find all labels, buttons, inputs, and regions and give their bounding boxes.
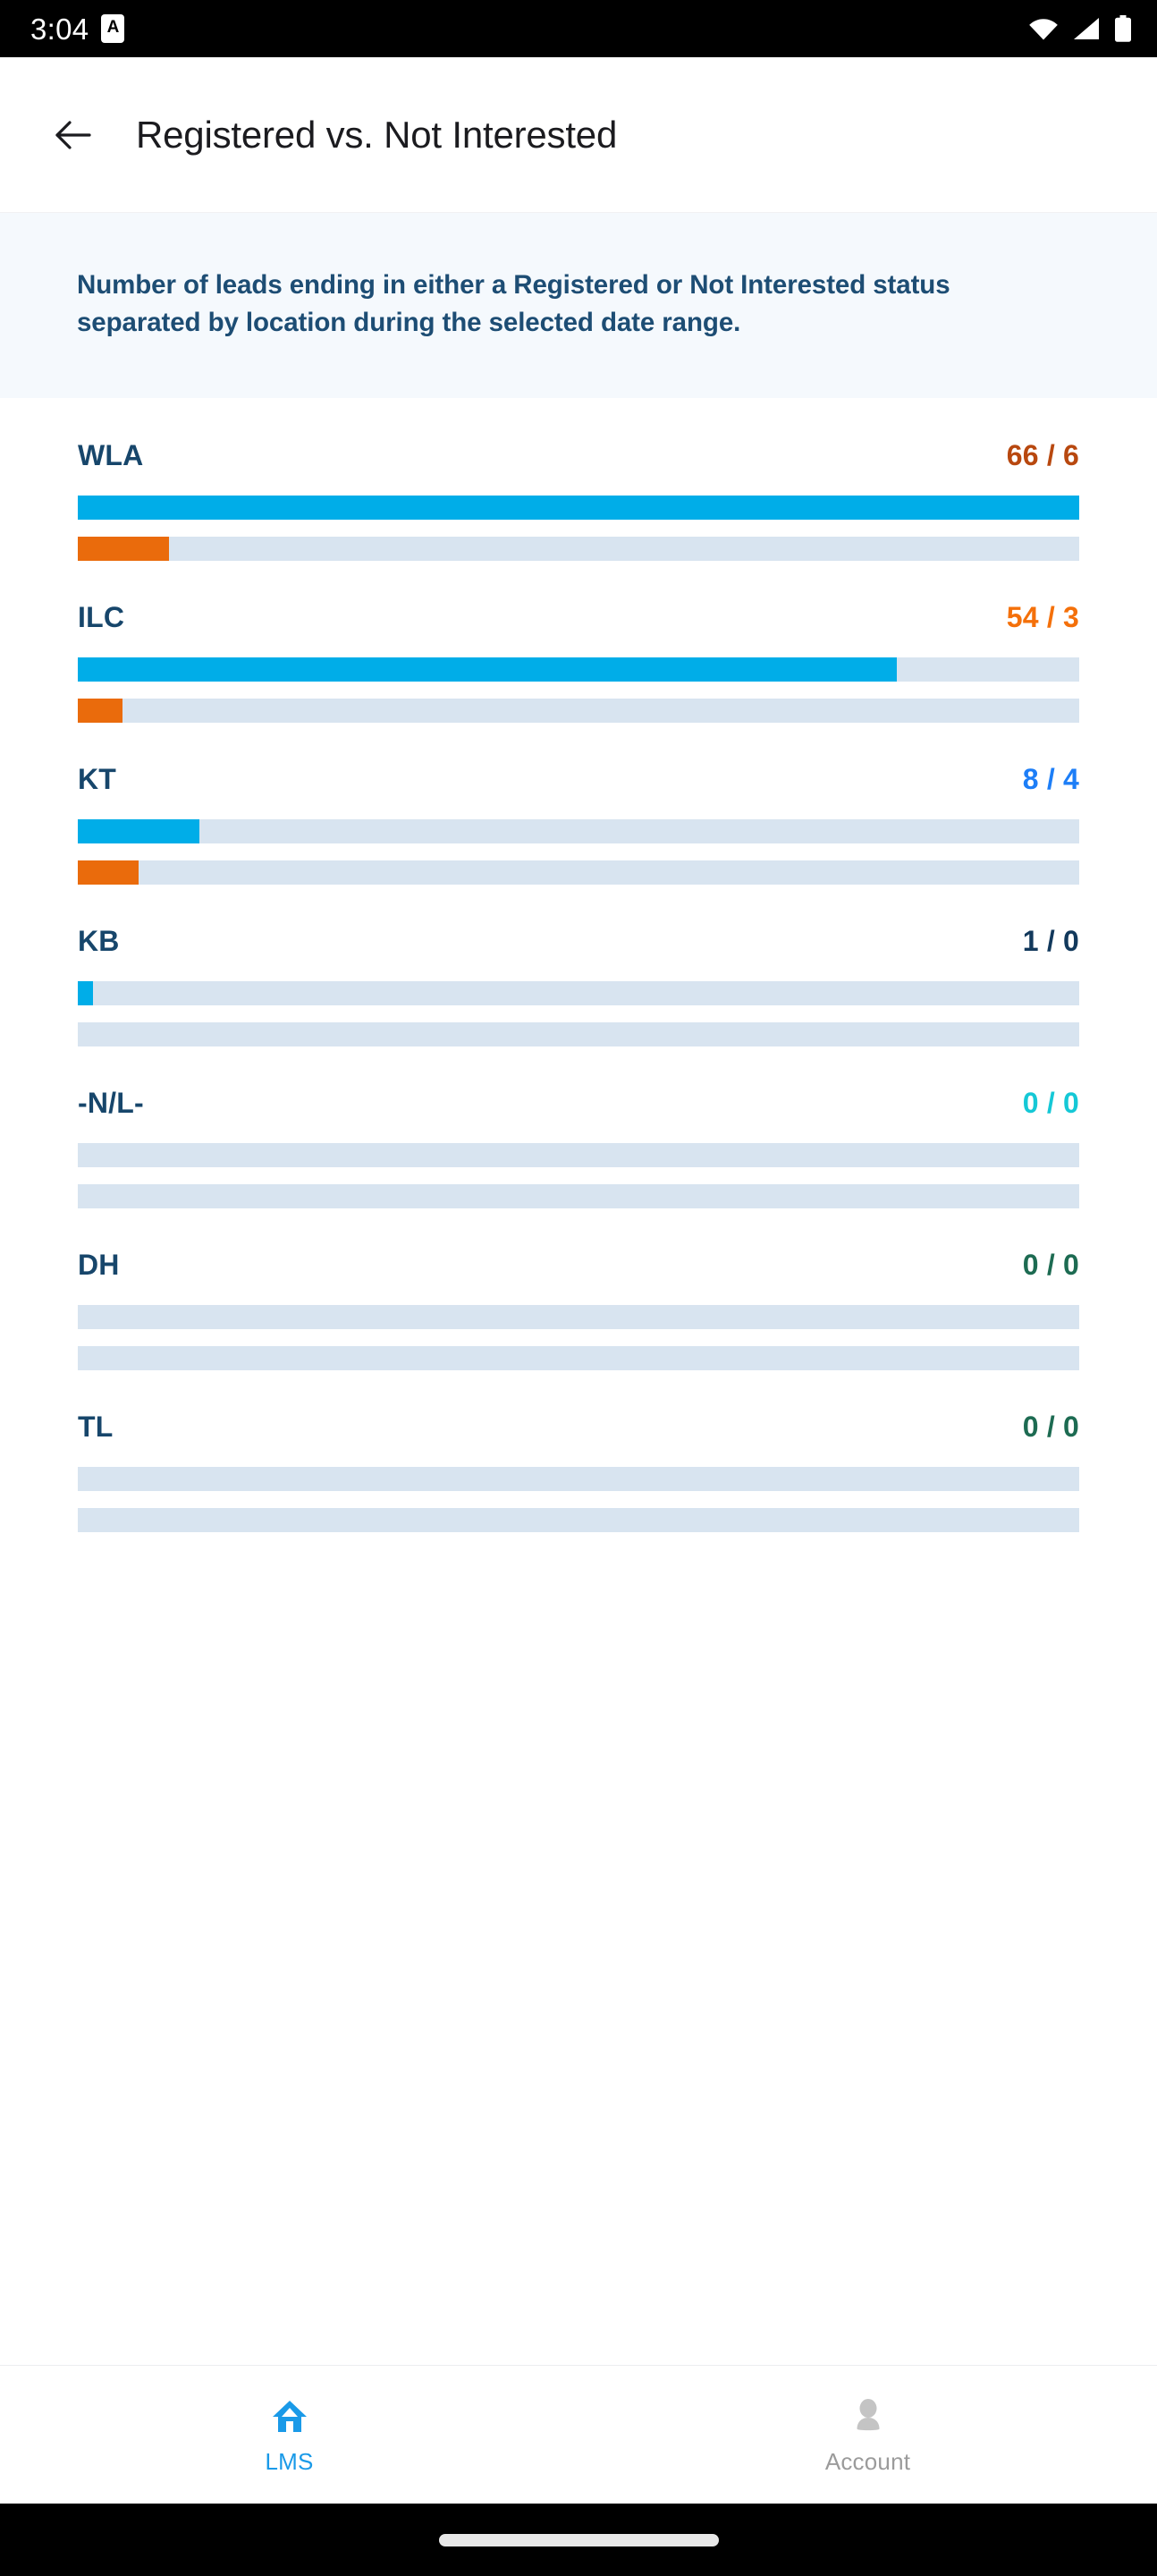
chart-row: DH 0 / 0 bbox=[0, 1249, 1157, 1370]
not-interested-bar-track bbox=[78, 1507, 1079, 1532]
not-interested-bar-track bbox=[78, 860, 1079, 885]
registered-bar-fill bbox=[78, 980, 93, 1005]
not-interested-bar-fill bbox=[78, 698, 123, 723]
banner-description-text: Number of leads ending in either a Regis… bbox=[77, 270, 950, 338]
home-icon bbox=[270, 2396, 309, 2436]
app-notification-badge-icon: A bbox=[101, 14, 125, 43]
registered-bar-fill bbox=[78, 657, 898, 682]
back-arrow-icon bbox=[52, 114, 95, 157]
not-interested-bar-track bbox=[78, 1021, 1079, 1046]
chart-row-value: 0 / 0 bbox=[1022, 1410, 1079, 1443]
registered-bar-track bbox=[78, 495, 1079, 520]
chart-row-value: 66 / 6 bbox=[1006, 438, 1079, 471]
chart-row-header: KB 1 / 0 bbox=[78, 925, 1079, 958]
chart-row: TL 0 / 0 bbox=[0, 1411, 1157, 1532]
chart-row-value: 0 / 0 bbox=[1022, 1086, 1079, 1119]
chart-row-label: KT bbox=[78, 762, 117, 795]
chart-row-label: KB bbox=[78, 924, 120, 957]
nav-item-account[interactable]: Account bbox=[578, 2366, 1157, 2504]
chart-row-label: ILC bbox=[78, 600, 125, 633]
chart-row: WLA 66 / 6 bbox=[0, 439, 1157, 561]
status-bar-clock: 3:04 bbox=[30, 12, 89, 46]
not-interested-bar-fill bbox=[78, 536, 169, 561]
registered-bar-track bbox=[78, 980, 1079, 1005]
bottom-navigation-bar: LMS Account bbox=[0, 2365, 1157, 2504]
app-screen: 3:04 A Registered vs. Not Interested Num… bbox=[0, 0, 1157, 2576]
chart-row: -N/L- 0 / 0 bbox=[0, 1087, 1157, 1208]
cellular-signal-icon bbox=[1072, 17, 1101, 40]
chart-row-label: -N/L- bbox=[78, 1086, 144, 1119]
chart-row: ILC 54 / 3 bbox=[0, 601, 1157, 723]
registered-bar-fill bbox=[78, 818, 199, 843]
gesture-navigation-bar bbox=[0, 2504, 1157, 2576]
not-interested-bar-track bbox=[78, 1183, 1079, 1208]
not-interested-bar-track bbox=[78, 536, 1079, 561]
status-bar: 3:04 A bbox=[0, 0, 1157, 57]
nav-item-account-label: Account bbox=[824, 2448, 911, 2475]
battery-icon bbox=[1114, 15, 1132, 42]
registered-bar-track bbox=[78, 657, 1079, 682]
chart-row-value: 0 / 0 bbox=[1022, 1248, 1079, 1281]
chart-row-value: 54 / 3 bbox=[1006, 600, 1079, 633]
status-bar-left: 3:04 A bbox=[30, 12, 125, 46]
chart-row-label: WLA bbox=[78, 438, 144, 471]
app-bar: Registered vs. Not Interested bbox=[0, 57, 1157, 213]
registered-bar-fill bbox=[78, 495, 1079, 520]
description-banner: Number of leads ending in either a Regis… bbox=[0, 213, 1157, 398]
not-interested-bar-track bbox=[78, 1345, 1079, 1370]
chart-row-header: KT 8 / 4 bbox=[78, 763, 1079, 796]
chart-row-value: 8 / 4 bbox=[1022, 762, 1079, 795]
back-button[interactable] bbox=[36, 97, 111, 173]
nav-item-lms[interactable]: LMS bbox=[0, 2366, 578, 2504]
chart-row-label: DH bbox=[78, 1248, 120, 1281]
registered-bar-track bbox=[78, 1142, 1079, 1167]
status-bar-right bbox=[1028, 15, 1132, 42]
chart-row-label: TL bbox=[78, 1410, 114, 1443]
chart-row-header: TL 0 / 0 bbox=[78, 1411, 1079, 1444]
gesture-handle[interactable] bbox=[438, 2533, 719, 2546]
location-bar-chart: WLA 66 / 6 ILC 54 / 3 KT 8 / 4 KB 1 / 0 -N/L- 0 /… bbox=[0, 397, 1157, 2365]
chart-row-header: ILC 54 / 3 bbox=[78, 601, 1079, 634]
page-title: Registered vs. Not Interested bbox=[136, 113, 618, 156]
chart-row-header: DH 0 / 0 bbox=[78, 1249, 1079, 1282]
not-interested-bar-fill bbox=[78, 860, 139, 885]
registered-bar-track bbox=[78, 1304, 1079, 1329]
registered-bar-track bbox=[78, 1466, 1079, 1491]
chart-row: KT 8 / 4 bbox=[0, 763, 1157, 885]
chart-row: KB 1 / 0 bbox=[0, 925, 1157, 1046]
not-interested-bar-track bbox=[78, 698, 1079, 723]
nav-item-lms-label: LMS bbox=[265, 2448, 314, 2475]
chart-row-header: -N/L- 0 / 0 bbox=[78, 1087, 1079, 1120]
chart-row-value: 1 / 0 bbox=[1022, 924, 1079, 957]
wifi-icon bbox=[1028, 17, 1059, 40]
person-icon bbox=[849, 2396, 888, 2436]
chart-row-header: WLA 66 / 6 bbox=[78, 439, 1079, 472]
registered-bar-track bbox=[78, 818, 1079, 843]
